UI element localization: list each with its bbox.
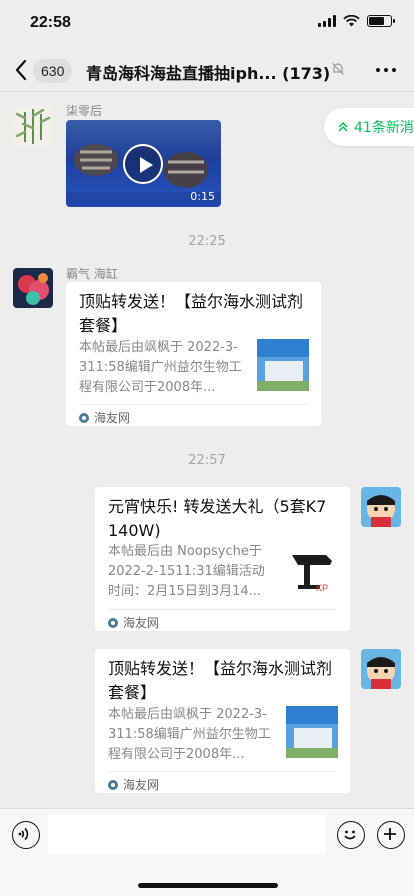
new-messages-pill[interactable]: 41条新消	[324, 108, 414, 146]
link-card-title: 元宵快乐! 转发送大礼（5套K7 140W)	[108, 497, 327, 540]
my-avatar[interactable]	[361, 649, 401, 689]
smiley-icon	[344, 830, 356, 840]
emoji-button[interactable]	[337, 821, 365, 849]
link-card-thumbnail	[257, 339, 309, 391]
source-name: 海友网	[94, 411, 131, 425]
link-card-description: 本帖最后由飒枫于 2022-3-311:58编辑广州益尔生物工程有限公司于200…	[108, 707, 271, 762]
link-card-title: 顶贴转发送！【益尔海水测试剂套餐】	[79, 292, 304, 335]
more-dot-icon	[384, 68, 388, 72]
voice-input-button[interactable]	[12, 821, 40, 849]
link-card-source: 海友网	[108, 771, 337, 793]
source-icon	[108, 779, 118, 790]
bamboo-avatar-image	[13, 106, 53, 146]
more-options-button[interactable]	[376, 68, 396, 72]
cartoon-avatar-image	[361, 649, 401, 689]
svg-text:KP: KP	[316, 583, 328, 593]
my-avatar[interactable]	[361, 487, 401, 527]
link-card-thumbnail	[286, 706, 338, 758]
more-dot-icon	[392, 68, 396, 72]
video-message[interactable]: 0:15	[66, 120, 221, 207]
member-count: (173)	[282, 64, 330, 83]
coral-avatar-image	[13, 268, 53, 308]
sender-avatar[interactable]	[13, 268, 53, 308]
link-card-thumbnail: KP	[286, 547, 338, 599]
home-indicator	[138, 883, 278, 888]
status-time: 22:58	[30, 14, 71, 31]
unread-count-badge[interactable]: 630	[33, 59, 73, 83]
chat-header: 630 青岛海科海盐直播抽iph... (173)	[0, 48, 414, 92]
play-button[interactable]	[123, 144, 163, 184]
sender-name: 柒零后	[66, 104, 103, 118]
group-name: 青岛海科海盐直播抽iph...	[86, 64, 277, 83]
double-chevron-up-icon	[338, 122, 348, 132]
source-name: 海友网	[123, 616, 160, 630]
source-icon	[108, 617, 118, 628]
cartoon-avatar-image	[361, 487, 401, 527]
link-card-source: 海友网	[79, 404, 308, 426]
time-divider: 22:25	[188, 234, 226, 249]
link-card-source: 海友网	[108, 609, 337, 631]
message-input[interactable]	[48, 815, 326, 855]
more-functions-button[interactable]	[377, 821, 405, 849]
more-dot-icon	[376, 68, 380, 72]
source-name: 海友网	[123, 778, 160, 792]
status-bar: 22:58	[0, 0, 414, 48]
link-card[interactable]: 元宵快乐! 转发送大礼（5套K7 140W) 本帖最后由 Noopsyche于 …	[95, 487, 350, 631]
new-messages-label: 41条新消	[354, 120, 414, 136]
battery-icon	[367, 15, 395, 27]
source-icon	[79, 412, 89, 423]
wifi-icon	[343, 15, 360, 27]
sender-name: 霸气 海缸	[66, 267, 118, 281]
back-chevron-icon[interactable]	[12, 58, 32, 82]
mute-bell-icon	[332, 63, 344, 75]
plus-icon	[384, 828, 396, 840]
cellular-signal-icon	[318, 15, 336, 27]
video-duration: 0:15	[190, 190, 215, 203]
link-card[interactable]: 顶贴转发送！【益尔海水测试剂套餐】 本帖最后由飒枫于 2022-3-311:58…	[95, 649, 350, 793]
sender-avatar[interactable]	[13, 106, 53, 146]
link-card-title: 顶贴转发送！【益尔海水测试剂套餐】	[108, 659, 333, 702]
voice-icon	[18, 827, 29, 841]
time-divider: 22:57	[188, 453, 226, 468]
chat-title: 青岛海科海盐直播抽iph... (173)	[86, 60, 330, 84]
link-card-description: 本帖最后由 Noopsyche于 2022-2-1511:31编辑活动时间：2月…	[108, 544, 265, 599]
status-icons	[318, 15, 395, 27]
link-card-description: 本帖最后由飒枫于 2022-3-311:58编辑广州益尔生物工程有限公司于200…	[79, 340, 242, 395]
link-card[interactable]: 顶贴转发送！【益尔海水测试剂套餐】 本帖最后由飒枫于 2022-3-311:58…	[66, 282, 321, 426]
